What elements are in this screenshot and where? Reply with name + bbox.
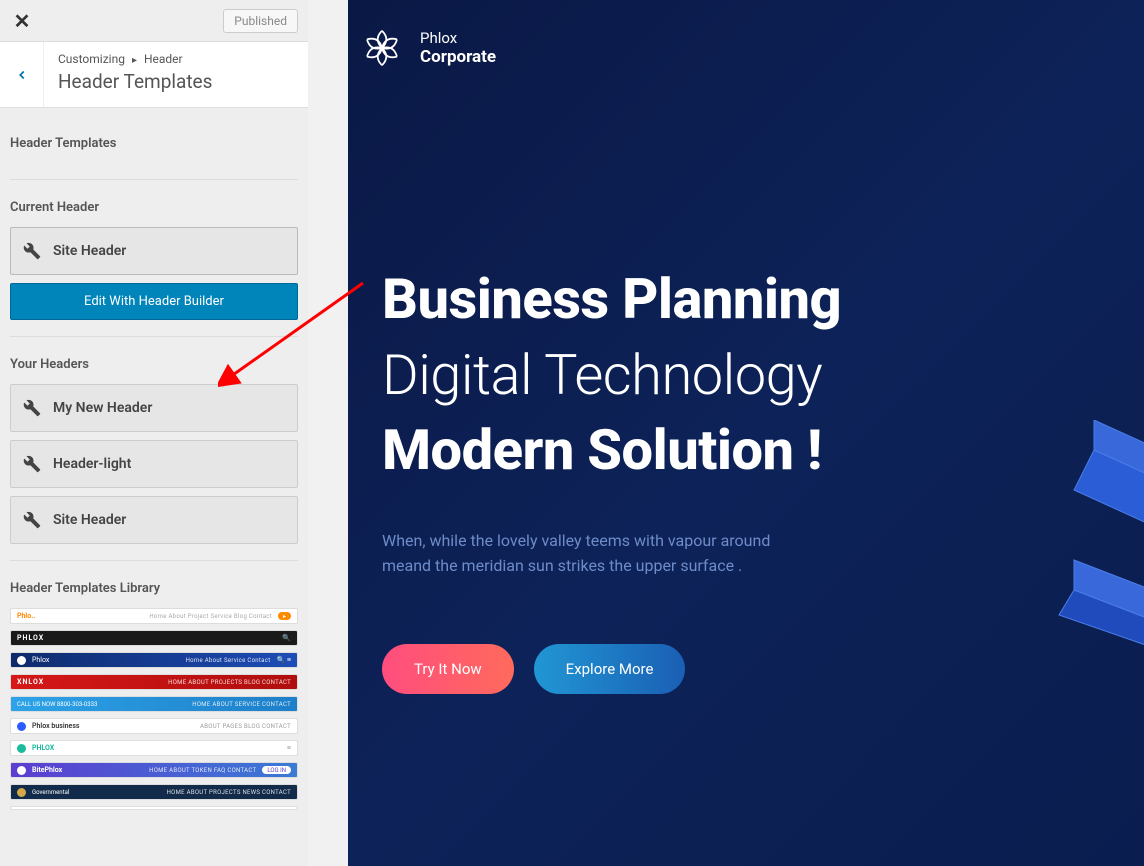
library-template-item[interactable]: PHLOX🔍 xyxy=(10,630,298,646)
library-template-item[interactable]: CALL US NOW 8800-303-0333HOME ABOUT SERV… xyxy=(10,696,298,712)
panel-scroll[interactable]: Header Templates Current Header Site Hea… xyxy=(0,116,308,866)
section-library: Header Templates Library xyxy=(0,561,308,608)
chevron-right-icon: ▸ xyxy=(132,55,137,66)
your-header-item[interactable]: Header-light xyxy=(10,440,298,488)
your-header-item[interactable]: My New Header xyxy=(10,384,298,432)
publish-status-button[interactable]: Published xyxy=(223,9,298,33)
preview-header: Phlox Corporate xyxy=(348,0,1144,72)
hero-headline-1: Business Planning xyxy=(382,262,1144,338)
library-template-item[interactable]: Phlox businessABOUT PAGES BLOG CONTACT xyxy=(10,718,298,734)
cta-row: Try It Now Explore More xyxy=(382,644,1144,694)
customizer-topbar: ✕ Published xyxy=(0,0,308,42)
your-header-item[interactable]: Site Header xyxy=(10,496,298,544)
tools-icon xyxy=(23,399,41,417)
chevron-left-icon xyxy=(15,68,29,82)
tools-icon xyxy=(23,455,41,473)
breadcrumb-path: Customizing ▸ Header xyxy=(58,52,212,66)
library-template-item[interactable]: PHLOX≡ xyxy=(10,740,298,756)
your-header-label: My New Header xyxy=(53,400,152,416)
section-your-headers: Your Headers xyxy=(0,337,308,384)
customizer-panel: ✕ Published Customizing ▸ Header Header … xyxy=(0,0,308,866)
section-current-header: Current Header xyxy=(0,180,308,227)
back-button[interactable] xyxy=(0,42,44,107)
template-library-list: Phlo..Home About Project Service Blog Co… xyxy=(0,608,308,810)
section-header-templates: Header Templates xyxy=(0,116,308,163)
cta-try-button[interactable]: Try It Now xyxy=(382,644,514,694)
brand-subtitle: Corporate xyxy=(420,47,496,67)
library-template-item[interactable]: GovernmentalHOME ABOUT PROJECTS NEWS CON… xyxy=(10,784,298,800)
site-preview: Phlox Corporate Business Planning Digita… xyxy=(348,0,1144,866)
your-header-label: Site Header xyxy=(53,512,126,528)
breadcrumb-row: Customizing ▸ Header Header Templates xyxy=(0,42,308,108)
breadcrumb-root: Customizing xyxy=(58,52,125,66)
tools-icon xyxy=(23,242,41,260)
brand-logo-icon xyxy=(358,24,406,72)
current-header-item[interactable]: Site Header xyxy=(10,227,298,275)
page-title: Header Templates xyxy=(58,70,212,93)
your-header-label: Header-light xyxy=(53,456,131,472)
hero-headline-2: Digital Technology xyxy=(382,338,1144,414)
library-template-item[interactable]: PhloxHome About Service Contact🔍 ≡ xyxy=(10,652,298,668)
library-template-item[interactable]: Phlo..Home About Project Service Blog Co… xyxy=(10,608,298,624)
library-template-item[interactable]: BitePhloxHOME ABOUT TOKEN FAQ CONTACTLOG… xyxy=(10,762,298,778)
library-template-item[interactable] xyxy=(10,806,298,810)
hero-section: Business Planning Digital Technology Mod… xyxy=(348,72,1144,694)
hero-headline-3: Modern Solution ! xyxy=(382,413,1144,489)
breadcrumb-parent: Header xyxy=(144,52,183,66)
library-template-item[interactable]: XNLOXHOME ABOUT PROJECTS BLOG CONTACT xyxy=(10,674,298,690)
hero-subtext: When, while the lovely valley teems with… xyxy=(382,529,802,579)
close-button[interactable]: ✕ xyxy=(10,9,34,33)
edit-header-builder-button[interactable]: Edit With Header Builder xyxy=(10,283,298,320)
hero-3d-illustration xyxy=(1034,420,1144,660)
brand-name: Phlox xyxy=(420,29,496,47)
current-header-label: Site Header xyxy=(53,243,126,259)
tools-icon xyxy=(23,511,41,529)
cta-explore-button[interactable]: Explore More xyxy=(534,644,686,694)
